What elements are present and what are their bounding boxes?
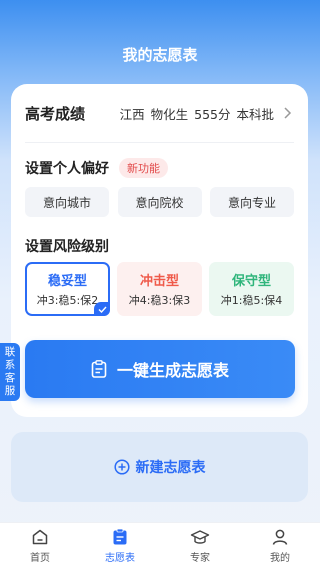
score-points: 555分 (194, 106, 231, 122)
pref-city-button[interactable]: 意向城市 (25, 187, 109, 217)
risk-ratio: 冲4:稳3:保3 (128, 294, 191, 307)
chevron-right-icon (284, 107, 292, 119)
volunteer-setup-card: 高考成绩 江西 物化生 555分 本科批 设置个人偏好 新功能 意向城市 意向院… (11, 84, 308, 417)
clipboard-icon (113, 528, 127, 545)
pref-school-button[interactable]: 意向院校 (117, 187, 202, 217)
tab-label: 专家 (190, 553, 210, 564)
preferences-label-text: 设置个人偏好 (25, 161, 109, 177)
pref-major-button[interactable]: 意向专业 (210, 187, 294, 217)
preferences-label: 设置个人偏好 新功能 (25, 158, 168, 178)
plus-circle-icon (113, 459, 130, 475)
risk-options: 稳妥型 冲3:稳5:保2 冲击型 冲4:稳3:保3 保守型 冲1:稳5:保4 (25, 262, 294, 316)
tab-label: 首页 (30, 553, 50, 564)
tab-volunteer-table[interactable]: 志愿表 (80, 523, 160, 569)
tab-mine[interactable]: 我的 (240, 523, 320, 569)
bottom-tabbar: 首页 志愿表 专家 我的 (0, 522, 320, 569)
score-title: 高考成绩 (25, 104, 86, 123)
score-row[interactable]: 高考成绩 江西 物化生 555分 本科批 (11, 84, 308, 142)
home-icon (32, 529, 48, 545)
score-batch: 本科批 (236, 106, 274, 122)
page-title: 我的志愿表 (122, 46, 198, 64)
score-subjects: 物化生 (150, 106, 189, 122)
risk-label: 设置风险级别 (25, 239, 109, 255)
tab-label: 志愿表 (105, 553, 135, 564)
divider (25, 142, 294, 143)
risk-option-aggressive[interactable]: 冲击型 冲4:稳3:保3 (117, 262, 202, 316)
risk-name: 稳妥型 (47, 274, 87, 289)
generate-label: 一键生成志愿表 (116, 361, 229, 380)
contact-service-tab[interactable]: 联系客服 (0, 343, 20, 401)
tab-home[interactable]: 首页 (0, 523, 80, 569)
new-table-button[interactable]: 新建志愿表 (11, 432, 308, 502)
graduation-cap-icon (190, 530, 210, 544)
risk-ratio: 冲3:稳5:保2 (36, 294, 99, 307)
risk-name: 冲击型 (139, 274, 179, 289)
user-icon (272, 529, 288, 545)
generate-button[interactable]: 一键生成志愿表 (25, 340, 295, 398)
tab-experts[interactable]: 专家 (160, 523, 240, 569)
new-feature-badge: 新功能 (119, 158, 168, 178)
risk-option-steady[interactable]: 稳妥型 冲3:稳5:保2 (25, 262, 110, 316)
score-province: 江西 (119, 106, 145, 122)
risk-name: 保守型 (231, 274, 271, 289)
risk-ratio: 冲1:稳5:保4 (220, 294, 283, 307)
risk-option-conservative[interactable]: 保守型 冲1:稳5:保4 (209, 262, 294, 316)
preference-options: 意向城市 意向院校 意向专业 (25, 187, 294, 217)
check-icon (94, 302, 110, 316)
tab-label: 我的 (270, 553, 290, 564)
clipboard-icon (91, 360, 107, 378)
score-info: 江西 物化生 555分 本科批 (120, 104, 294, 123)
new-table-label: 新建志愿表 (135, 460, 206, 476)
